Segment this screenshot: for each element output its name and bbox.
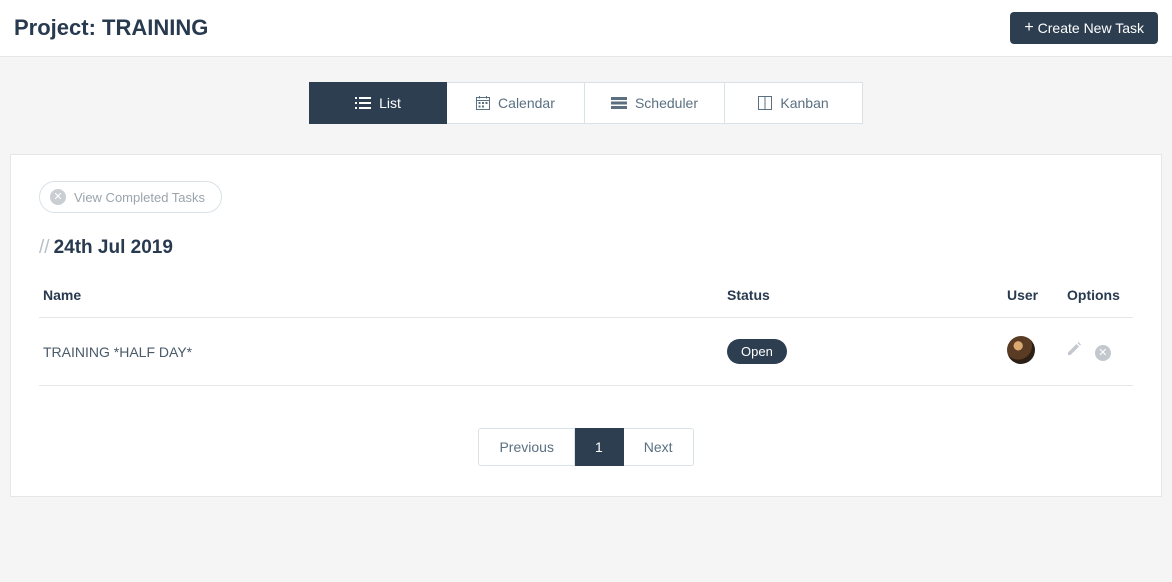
status-badge: Open [727,339,787,364]
task-panel: ✕ View Completed Tasks //24th Jul 2019 N… [10,154,1162,497]
tab-scheduler-label: Scheduler [635,95,698,111]
plus-icon: + [1024,20,1033,36]
page-prev-button[interactable]: Previous [478,428,574,466]
date-heading: //24th Jul 2019 [39,237,1133,259]
tab-kanban-label: Kanban [780,95,828,111]
col-name: Name [39,273,723,318]
page-title: Project: TRAINING [14,15,208,41]
slashes-decorator: // [39,237,50,258]
tab-list[interactable]: List [309,82,447,124]
tab-kanban[interactable]: Kanban [725,82,863,124]
calendar-icon [476,96,490,110]
create-task-label: Create New Task [1038,20,1144,36]
task-options-cell: ✕ [1063,318,1133,386]
page-next-button[interactable]: Next [624,428,694,466]
date-text: 24th Jul 2019 [54,237,173,258]
pagination: Previous 1 Next [39,428,1133,466]
col-options: Options [1063,273,1133,318]
view-tabs: List Calendar Scheduler Kanban [0,82,1172,124]
view-completed-label: View Completed Tasks [74,190,205,205]
page-number-button[interactable]: 1 [575,428,624,466]
close-circle-icon: ✕ [50,189,66,205]
list-icon [355,97,371,109]
create-task-button[interactable]: + Create New Task [1010,12,1158,44]
delete-icon[interactable]: ✕ [1095,345,1111,361]
avatar[interactable] [1007,336,1035,364]
task-name: TRAINING *HALF DAY* [39,318,723,386]
task-user-cell [1003,318,1063,386]
tab-list-label: List [379,95,401,111]
view-completed-button[interactable]: ✕ View Completed Tasks [39,181,222,213]
scheduler-icon [611,97,627,109]
task-status-cell: Open [723,318,1003,386]
tab-scheduler[interactable]: Scheduler [585,82,725,124]
tab-calendar-label: Calendar [498,95,555,111]
col-status: Status [723,273,1003,318]
edit-icon[interactable] [1067,342,1081,356]
col-user: User [1003,273,1063,318]
table-row[interactable]: TRAINING *HALF DAY* Open ✕ [39,318,1133,386]
task-table: Name Status User Options TRAINING *HALF … [39,273,1133,386]
page-header: Project: TRAINING + Create New Task [0,0,1172,57]
tab-calendar[interactable]: Calendar [447,82,585,124]
kanban-icon [758,96,772,110]
